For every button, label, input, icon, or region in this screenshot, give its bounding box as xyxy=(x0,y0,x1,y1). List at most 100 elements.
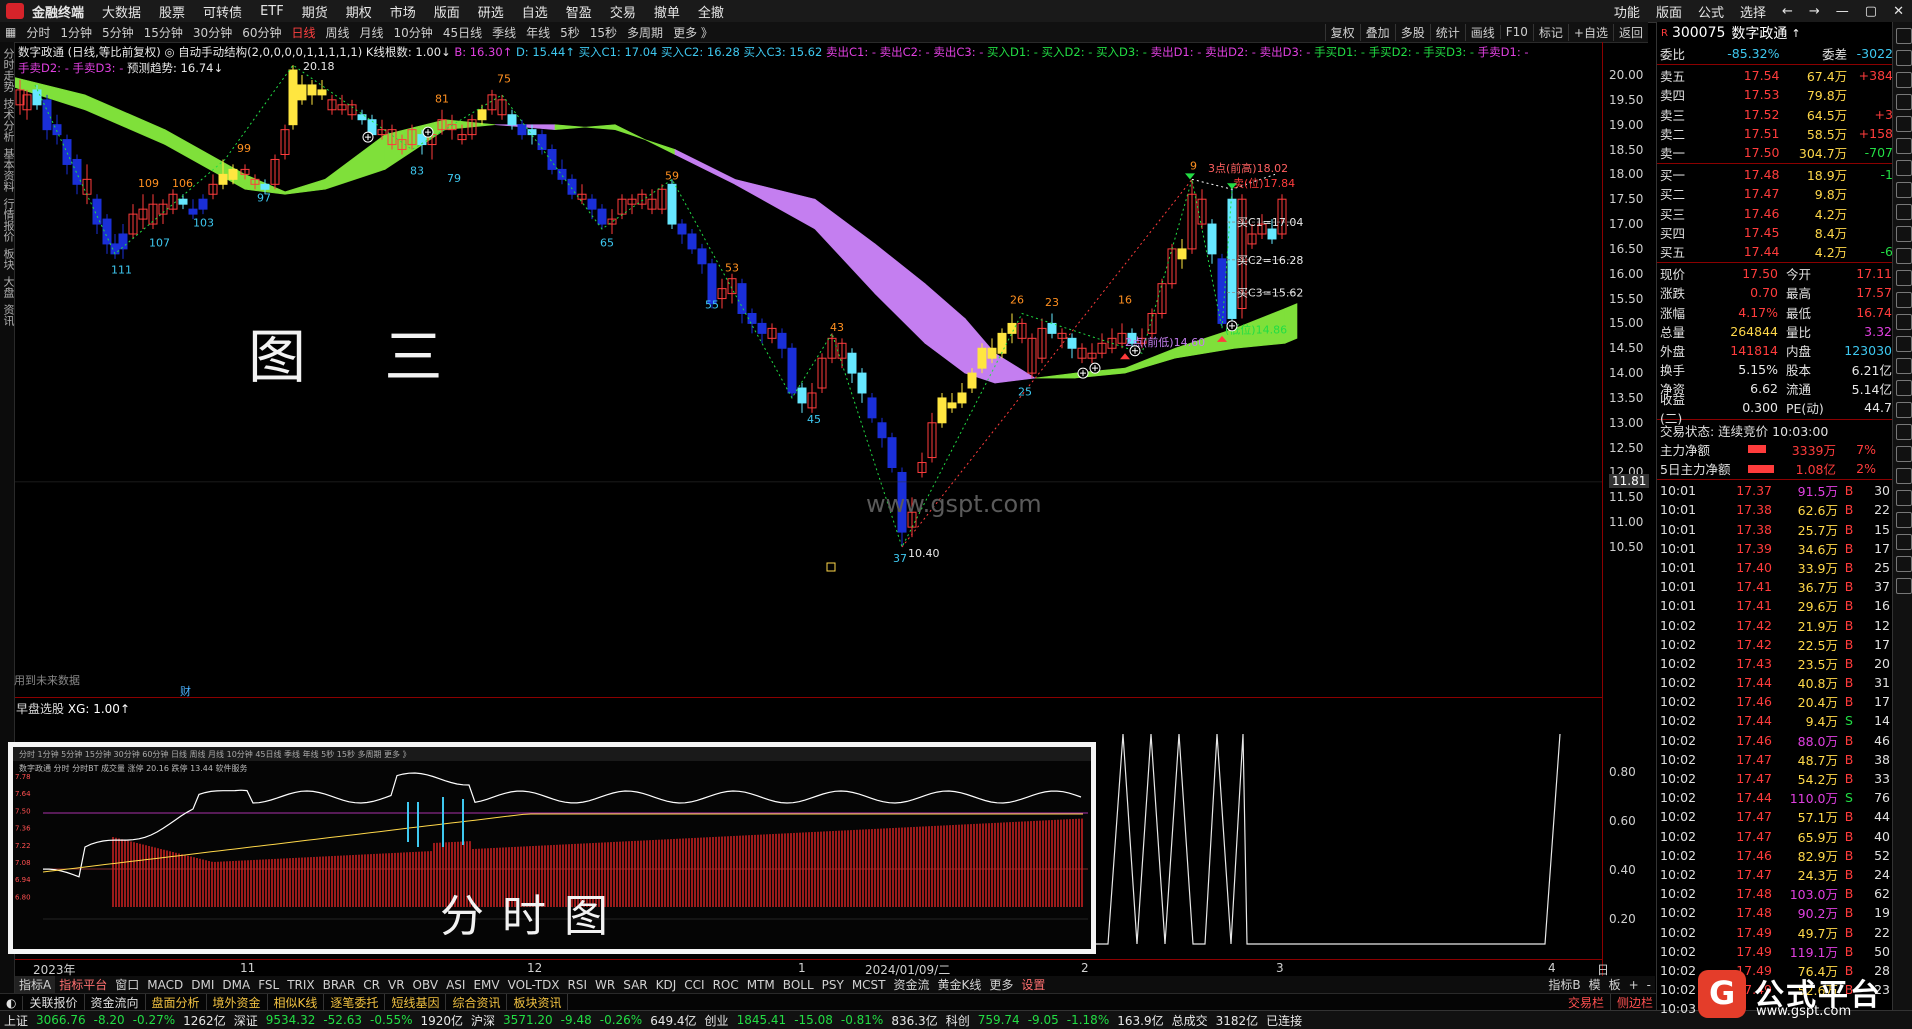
period-15[interactable]: 多周期 xyxy=(622,24,668,41)
period-12[interactable]: 年线 xyxy=(521,24,555,41)
candle[interactable] xyxy=(967,372,977,389)
menu-8[interactable]: 研选 xyxy=(469,2,513,21)
candle[interactable] xyxy=(867,397,877,419)
indicator-tab-26[interactable]: 黄金K线 xyxy=(934,976,986,993)
indicator-tab-4[interactable]: DMI xyxy=(187,978,218,992)
add-marker-icon[interactable] xyxy=(1129,345,1141,357)
chart-tool-3[interactable]: 统计 xyxy=(1429,23,1465,41)
bottom-tab-1[interactable]: 资金流向 xyxy=(85,994,146,1011)
indicator-right-3[interactable]: + xyxy=(1625,978,1643,992)
period-11[interactable]: 季线 xyxy=(487,24,521,41)
panel-toggle-1[interactable]: 侧边栏 xyxy=(1611,994,1660,1011)
candle[interactable] xyxy=(102,218,112,245)
candle[interactable] xyxy=(1007,322,1017,334)
forward-icon[interactable]: → xyxy=(1801,4,1828,19)
side-tool-icon[interactable] xyxy=(1896,380,1912,396)
indicator-tab-10[interactable]: VR xyxy=(384,978,409,992)
candle[interactable] xyxy=(317,89,327,96)
menu-13[interactable]: 全撤 xyxy=(689,2,733,21)
period-2[interactable]: 5分钟 xyxy=(97,24,139,41)
indicator-tab-2[interactable]: 窗口 xyxy=(111,976,143,993)
chart-tool-6[interactable]: 标记 xyxy=(1532,23,1568,41)
left-tab-5[interactable]: 大盘 xyxy=(0,276,16,298)
chart-tool-2[interactable]: 多股 xyxy=(1394,23,1430,41)
side-tool-icon[interactable] xyxy=(1896,358,1912,374)
side-tool-icon[interactable] xyxy=(1896,160,1912,176)
buy-level-row[interactable]: 买二 17.47 9.8万 xyxy=(1657,184,1893,203)
buy-level-row[interactable]: 买三 17.46 4.2万 xyxy=(1657,204,1893,223)
left-tab-0[interactable]: 分时走势 xyxy=(0,48,16,92)
side-tool-icon[interactable] xyxy=(1896,490,1912,506)
indicator-right-4[interactable]: - xyxy=(1643,978,1655,992)
candle[interactable] xyxy=(997,332,1007,354)
indicator-tab-0[interactable]: 指标A xyxy=(15,976,56,993)
indicator-tab-28[interactable]: 设置 xyxy=(1017,976,1049,993)
side-tool-icon[interactable] xyxy=(1896,578,1912,594)
candle[interactable] xyxy=(477,109,487,121)
period-0[interactable]: 分时 xyxy=(21,24,55,41)
side-tool-icon[interactable] xyxy=(1896,50,1912,66)
candle[interactable] xyxy=(32,89,42,106)
period-8[interactable]: 月线 xyxy=(355,24,389,41)
add-marker-icon[interactable] xyxy=(1089,362,1101,374)
sell-level-row[interactable]: 卖二 17.51 58.5万 +158 xyxy=(1657,124,1893,143)
candle[interactable] xyxy=(537,134,547,151)
bottom-tab-7[interactable]: 综合资讯 xyxy=(446,994,508,1011)
menu-11[interactable]: 交易 xyxy=(601,2,645,21)
buy-level-row[interactable]: 买一 17.48 18.9万 -1 xyxy=(1657,165,1893,184)
bottom-tab-5[interactable]: 逐笔委托 xyxy=(324,994,386,1011)
back-icon[interactable]: ← xyxy=(1774,4,1801,19)
indicator-tab-17[interactable]: SAR xyxy=(619,978,651,992)
chart-tool-7[interactable]: +自选 xyxy=(1567,23,1613,41)
minimize-icon[interactable]: — xyxy=(1828,4,1857,19)
candle[interactable] xyxy=(977,347,987,369)
title-right-0[interactable]: 功能 xyxy=(1606,2,1648,21)
indicator-tab-8[interactable]: BRAR xyxy=(319,978,360,992)
candle[interactable] xyxy=(517,124,527,136)
candle[interactable] xyxy=(787,347,797,394)
candle[interactable] xyxy=(847,352,857,374)
chart-tool-1[interactable]: 叠加 xyxy=(1359,23,1395,41)
menu-12[interactable]: 撤单 xyxy=(645,2,689,21)
menu-9[interactable]: 自选 xyxy=(513,2,557,21)
indicator-right-2[interactable]: 板 xyxy=(1605,976,1625,993)
indicator-tab-9[interactable]: CR xyxy=(359,978,384,992)
indicator-right-0[interactable]: 指标B xyxy=(1544,976,1584,993)
candle[interactable] xyxy=(987,347,997,359)
side-tool-icon[interactable] xyxy=(1896,72,1912,88)
indicator-tab-24[interactable]: MCST xyxy=(848,978,890,992)
indicator-tab-20[interactable]: ROC xyxy=(709,978,743,992)
candle[interactable] xyxy=(1217,258,1227,324)
sell-level-row[interactable]: 卖五 17.54 67.4万 +384 xyxy=(1657,66,1893,85)
panel-toggle-0[interactable]: 交易栏 xyxy=(1562,994,1611,1011)
candle[interactable] xyxy=(198,198,208,210)
candle[interactable] xyxy=(597,208,607,225)
candle[interactable] xyxy=(1267,228,1277,240)
side-tool-icon[interactable] xyxy=(1896,402,1912,418)
period-7[interactable]: 周线 xyxy=(321,24,355,41)
title-right-3[interactable]: 选择 xyxy=(1732,2,1774,21)
candle[interactable] xyxy=(667,183,677,225)
indicator-tab-21[interactable]: MTM xyxy=(743,978,779,992)
left-tab-6[interactable]: 资讯 xyxy=(0,304,16,326)
candle[interactable] xyxy=(557,168,567,180)
chart-tool-4[interactable]: 画线 xyxy=(1464,23,1500,41)
candle[interactable] xyxy=(1207,223,1217,255)
candle[interactable] xyxy=(777,332,787,349)
buy-level-row[interactable]: 买五 17.44 4.2万 -6 xyxy=(1657,242,1893,261)
candle[interactable] xyxy=(297,84,307,101)
stock-header[interactable]: R 300075 数字政通 ↑ xyxy=(1657,22,1893,44)
indicator-right-1[interactable]: 模 xyxy=(1585,976,1605,993)
bottom-tab-6[interactable]: 短线基因 xyxy=(385,994,447,1011)
add-marker-icon[interactable] xyxy=(362,131,374,143)
side-tool-icon[interactable] xyxy=(1896,468,1912,484)
title-right-1[interactable]: 版面 xyxy=(1648,2,1690,21)
add-marker-icon[interactable] xyxy=(1077,367,1089,379)
candle[interactable] xyxy=(957,392,967,404)
chart-tool-0[interactable]: 复权 xyxy=(1324,23,1360,41)
period-4[interactable]: 30分钟 xyxy=(188,24,237,41)
candle[interactable] xyxy=(1047,322,1057,334)
menu-5[interactable]: 期权 xyxy=(337,2,381,21)
side-tool-icon[interactable] xyxy=(1896,94,1912,110)
buy-level-row[interactable]: 买四 17.45 8.4万 xyxy=(1657,223,1893,242)
